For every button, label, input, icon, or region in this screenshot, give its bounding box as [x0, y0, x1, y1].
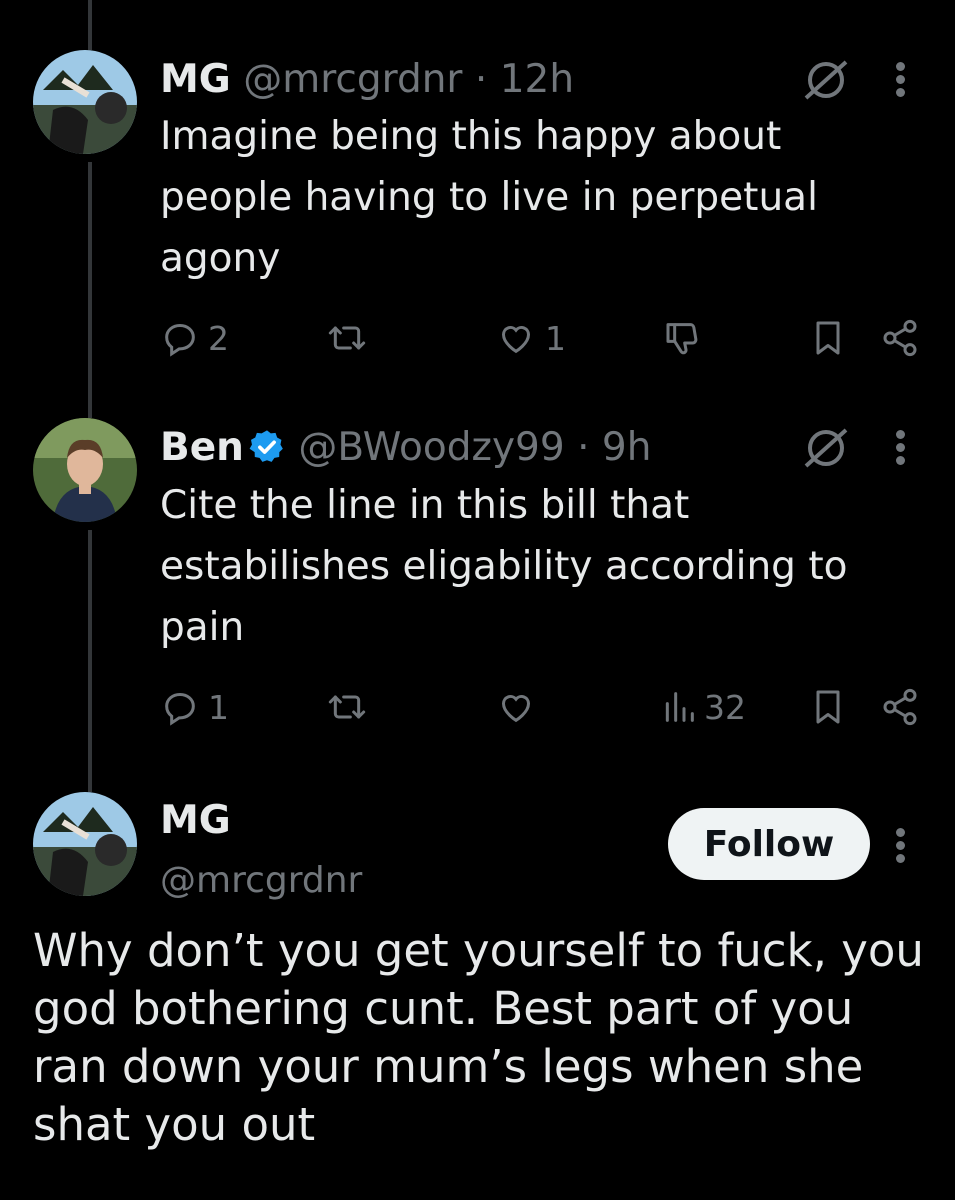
like-button[interactable]: 1 [495, 313, 566, 363]
bookmark-icon [816, 321, 840, 355]
repost-button[interactable] [325, 682, 377, 732]
separator-dot: · [474, 57, 488, 102]
landscape-photo-avatar [33, 50, 137, 154]
profile-photo-avatar [33, 418, 137, 522]
reply-button[interactable]: 2 [160, 313, 229, 363]
reply-button[interactable]: 1 [160, 682, 229, 732]
user-handle[interactable]: @mrcgrdnr [160, 860, 362, 901]
more-options-icon[interactable] [888, 826, 914, 866]
grok-icon[interactable] [800, 426, 852, 474]
display-name[interactable]: MG [160, 798, 231, 843]
reply-count: 2 [208, 318, 229, 358]
thread-line-top [88, 0, 92, 50]
user-handle[interactable]: @BWoodzy99 [298, 425, 564, 470]
reply-icon [165, 323, 195, 357]
repost-icon [328, 695, 366, 719]
bookmark-icon [816, 690, 840, 724]
tweet-actions: 2 1 [0, 313, 955, 363]
verified-badge-icon [248, 428, 286, 473]
timestamp[interactable]: 9h [602, 425, 652, 470]
avatar[interactable] [33, 50, 137, 154]
dislike-button[interactable] [662, 313, 712, 363]
reply-count: 1 [208, 687, 229, 727]
views-icon [665, 692, 694, 722]
repost-icon [328, 326, 366, 350]
share-icon [883, 688, 917, 726]
display-name[interactable]: Ben [160, 425, 244, 470]
bookmark-button[interactable] [810, 313, 846, 363]
dislike-icon [666, 323, 698, 355]
timestamp[interactable]: 12h [500, 57, 574, 102]
avatar[interactable] [33, 418, 137, 522]
follow-button[interactable]: Follow [668, 808, 870, 880]
grok-icon[interactable] [800, 58, 852, 106]
tweet-text: Cite the line in this bill that estabili… [160, 483, 848, 650]
thread-line-2 [88, 530, 92, 792]
share-button[interactable] [880, 313, 920, 363]
views-button[interactable]: 32 [662, 682, 746, 732]
avatar[interactable] [33, 792, 137, 896]
like-count: 1 [545, 318, 566, 358]
share-button[interactable] [880, 682, 920, 732]
heart-icon [502, 695, 530, 723]
more-options-icon[interactable] [888, 428, 914, 468]
like-button[interactable] [495, 682, 545, 732]
tweet-header: MG @mrcgrdnr · 12h [160, 60, 574, 99]
tweet-text: Why don’t you get yourself to fuck, you … [33, 924, 924, 1151]
separator-dot: · [577, 425, 590, 470]
display-name[interactable]: MG [160, 57, 231, 102]
more-options-icon[interactable] [888, 60, 914, 100]
tweet-text: Imagine being this happy about people ha… [160, 114, 818, 281]
heart-icon [502, 326, 530, 354]
bookmark-button[interactable] [810, 682, 846, 732]
reply-icon [165, 692, 195, 726]
thread-line-1 [88, 162, 92, 418]
tweet-header: Ben @BWoodzy99 · 9h [160, 428, 651, 473]
share-icon [883, 319, 917, 357]
repost-button[interactable] [325, 313, 377, 363]
views-count: 32 [704, 687, 746, 727]
tweet-actions: 1 32 [0, 682, 955, 732]
user-handle[interactable]: @mrcgrdnr [243, 57, 462, 102]
landscape-photo-avatar [33, 792, 137, 896]
